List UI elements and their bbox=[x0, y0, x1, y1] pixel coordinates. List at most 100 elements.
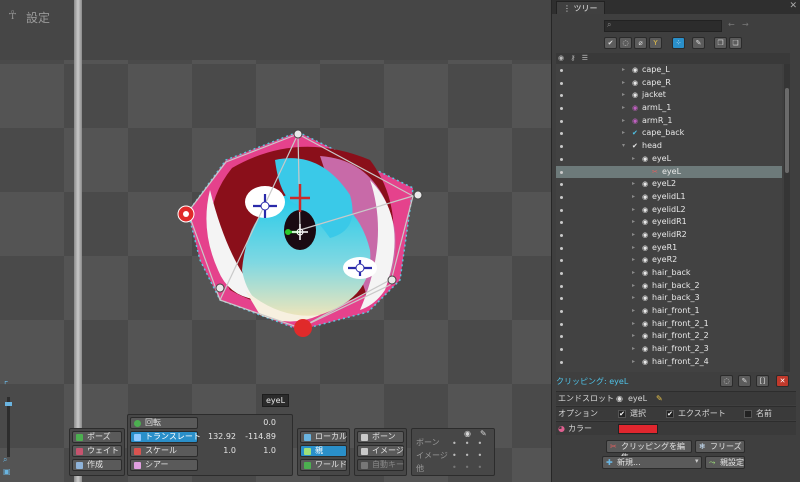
expand-arrow-icon[interactable]: ▸ bbox=[622, 77, 625, 90]
end-slot-value[interactable]: eyeL bbox=[628, 392, 647, 405]
export-checkbox[interactable]: ✔ bbox=[666, 410, 674, 418]
weight-button[interactable]: ウェイト bbox=[72, 445, 122, 457]
visibility-dot[interactable] bbox=[560, 221, 563, 225]
expand-arrow-icon[interactable]: ▸ bbox=[632, 343, 635, 356]
tree-row[interactable]: ▸ ◉ eyelidR2 bbox=[556, 229, 782, 242]
name-checkbox[interactable] bbox=[744, 410, 752, 418]
visibility-dot[interactable] bbox=[560, 157, 563, 161]
expand-arrow-icon[interactable]: ▸ bbox=[622, 127, 625, 140]
search-input[interactable] bbox=[604, 20, 722, 32]
tree-row[interactable]: ✂ eyeL bbox=[556, 165, 782, 179]
images-button[interactable]: イメージ bbox=[357, 445, 404, 457]
world-axis-button[interactable]: ワールド bbox=[300, 459, 347, 471]
scale-button[interactable]: スケール bbox=[130, 445, 198, 457]
visibility-dot[interactable] bbox=[560, 348, 563, 352]
tree-row[interactable]: ▸ ◉ cape_R bbox=[556, 77, 782, 90]
visibility-dot[interactable] bbox=[560, 170, 563, 174]
expand-arrow-icon[interactable]: ▸ bbox=[622, 89, 625, 102]
paste-button[interactable]: ❏ bbox=[729, 37, 742, 49]
auto-key-button[interactable]: 自動キー bbox=[357, 459, 404, 471]
delete-button[interactable]: ✕ bbox=[776, 375, 789, 387]
visibility-dot[interactable] bbox=[560, 119, 563, 123]
translate-button[interactable]: トランスレート bbox=[130, 431, 201, 443]
expand-arrow-icon[interactable]: ▸ bbox=[632, 254, 635, 267]
visibility-dot[interactable] bbox=[560, 145, 563, 149]
filter-slots-button[interactable]: ◌ bbox=[619, 37, 632, 49]
zoom-slider[interactable] bbox=[7, 397, 10, 457]
zoom-slider-knob[interactable] bbox=[5, 402, 12, 406]
expand-arrow-icon[interactable]: ▸ bbox=[632, 330, 635, 343]
visibility-dot[interactable] bbox=[560, 322, 563, 326]
tree-row[interactable]: ▸ ◉ hair_front_2_2 bbox=[556, 330, 782, 343]
color-swatch[interactable] bbox=[618, 424, 658, 434]
translate-y-value[interactable]: -114.89 bbox=[240, 431, 276, 443]
tree-row[interactable]: ▸ ◉ hair_back_3 bbox=[556, 292, 782, 305]
tree-row[interactable]: ▸ ◉ eyeR2 bbox=[556, 254, 782, 267]
rotate-button[interactable]: 回転 bbox=[130, 417, 198, 429]
visibility-dot[interactable] bbox=[560, 272, 563, 275]
copy-button[interactable]: ❐ bbox=[714, 37, 727, 49]
tree-row[interactable]: ▸ ◉ eyeR1 bbox=[556, 242, 782, 255]
expand-arrow-icon[interactable]: ▸ bbox=[622, 64, 625, 77]
zoom-strip[interactable]: ⌜ ⌕ ▣ bbox=[0, 375, 16, 482]
filter-bones-button[interactable]: ✔ bbox=[604, 37, 617, 49]
visibility-dot[interactable] bbox=[560, 233, 563, 237]
prev-arrow-icon[interactable]: ← bbox=[728, 20, 735, 29]
expand-arrow-icon[interactable]: ▸ bbox=[632, 267, 635, 280]
tree-row[interactable]: ▸ ◉ cape_L bbox=[556, 64, 782, 77]
parent-axis-button[interactable]: 親 bbox=[300, 445, 347, 457]
freeze-button[interactable]: ❄ フリーズ bbox=[695, 440, 745, 453]
filter-all-button[interactable]: ⁘ bbox=[672, 37, 685, 49]
edit-clipping-button[interactable]: ✂クリッピングを編集 bbox=[606, 440, 692, 462]
visibility-dot[interactable] bbox=[560, 335, 563, 339]
expand-arrow-icon[interactable]: ▸ bbox=[632, 153, 635, 166]
expand-arrow-icon[interactable]: ▸ bbox=[632, 191, 635, 204]
visibility-dot[interactable] bbox=[560, 69, 563, 72]
toggle-dots[interactable]: ••• bbox=[452, 439, 490, 448]
duplicate-button[interactable]: [] bbox=[756, 375, 769, 387]
tab-tree[interactable]: ⋮ ツリー bbox=[556, 1, 605, 14]
tree-scrollbar-thumb[interactable] bbox=[785, 88, 789, 173]
viewport[interactable]: ☥ 設定 ⌜ ⌕ ▣ eyeL ポーズ ウェイト 作成 回転 0.0 トランスレ… bbox=[0, 0, 551, 482]
expand-arrow-icon[interactable]: ▸ bbox=[632, 292, 635, 305]
expand-arrow-icon[interactable]: ▾ bbox=[622, 140, 625, 153]
expand-arrow-icon[interactable]: ▸ bbox=[622, 102, 625, 115]
visibility-dot[interactable] bbox=[560, 297, 563, 301]
expand-arrow-icon[interactable]: ▸ bbox=[632, 178, 635, 191]
paint-button[interactable]: ✎ bbox=[738, 375, 751, 387]
visibility-dot[interactable] bbox=[560, 246, 563, 250]
visibility-dot[interactable] bbox=[560, 208, 563, 212]
tree-row[interactable]: ▸ ◉ eyelidL1 bbox=[556, 191, 782, 204]
tree-row[interactable]: ▸ ◉ eyeL bbox=[556, 153, 782, 166]
expand-arrow-icon[interactable]: ▸ bbox=[632, 204, 635, 217]
visibility-dot[interactable] bbox=[560, 81, 563, 85]
toggle-dots[interactable]: ••• bbox=[452, 463, 490, 472]
visibility-dot[interactable] bbox=[560, 259, 563, 263]
tree-row[interactable]: ▸ ◉ eyelidL2 bbox=[556, 204, 782, 217]
expand-arrow-icon[interactable]: ▸ bbox=[632, 242, 635, 255]
translate-x-value[interactable]: 132.92 bbox=[200, 431, 236, 443]
tree-row[interactable]: ▸ ◉ jacket bbox=[556, 89, 782, 102]
expand-arrow-icon[interactable]: ▸ bbox=[632, 216, 635, 229]
set-parent-button[interactable]: ⤳ 親設定 bbox=[705, 456, 745, 469]
tree-row[interactable]: ▸ ◉ armL_1 bbox=[556, 102, 782, 115]
tree-row[interactable]: ▸ ◉ hair_back_2 bbox=[556, 280, 782, 293]
eye-icon[interactable]: ◉ bbox=[464, 429, 471, 438]
tree-list[interactable]: ▸ ◉ cape_L ▸ ◉ cape_R ▸ ◉ jacket ▸ ◉ armL_1 ▸ ◉ armR_1… bbox=[556, 64, 782, 372]
next-arrow-icon[interactable]: → bbox=[742, 20, 749, 29]
visibility-dot[interactable] bbox=[560, 183, 563, 187]
tree-row[interactable]: ▸ ◉ hair_front_2_4 bbox=[556, 356, 782, 369]
new-button[interactable]: ✚ 新規... bbox=[602, 456, 702, 469]
shear-button[interactable]: シアー bbox=[130, 459, 198, 471]
expand-arrow-icon[interactable]: ▸ bbox=[622, 115, 625, 128]
expand-arrow-icon[interactable]: ▸ bbox=[632, 229, 635, 242]
dropdown-chevron-icon[interactable]: ▾ bbox=[695, 457, 699, 465]
scale-x-value[interactable]: 1.0 bbox=[200, 445, 236, 457]
visibility-dot[interactable] bbox=[560, 94, 563, 98]
zoom-fit-icon[interactable]: ⌜ bbox=[4, 381, 8, 391]
tree-row[interactable]: ▸ ◉ armR_1 bbox=[556, 115, 782, 128]
filter-attachments-button[interactable]: ⌀ bbox=[634, 37, 647, 49]
tree-row[interactable]: ▸ ◉ eyeL2 bbox=[556, 178, 782, 191]
tree-row[interactable]: ▸ ✔ cape_back bbox=[556, 127, 782, 140]
bones-button[interactable]: ボーン bbox=[357, 431, 404, 443]
